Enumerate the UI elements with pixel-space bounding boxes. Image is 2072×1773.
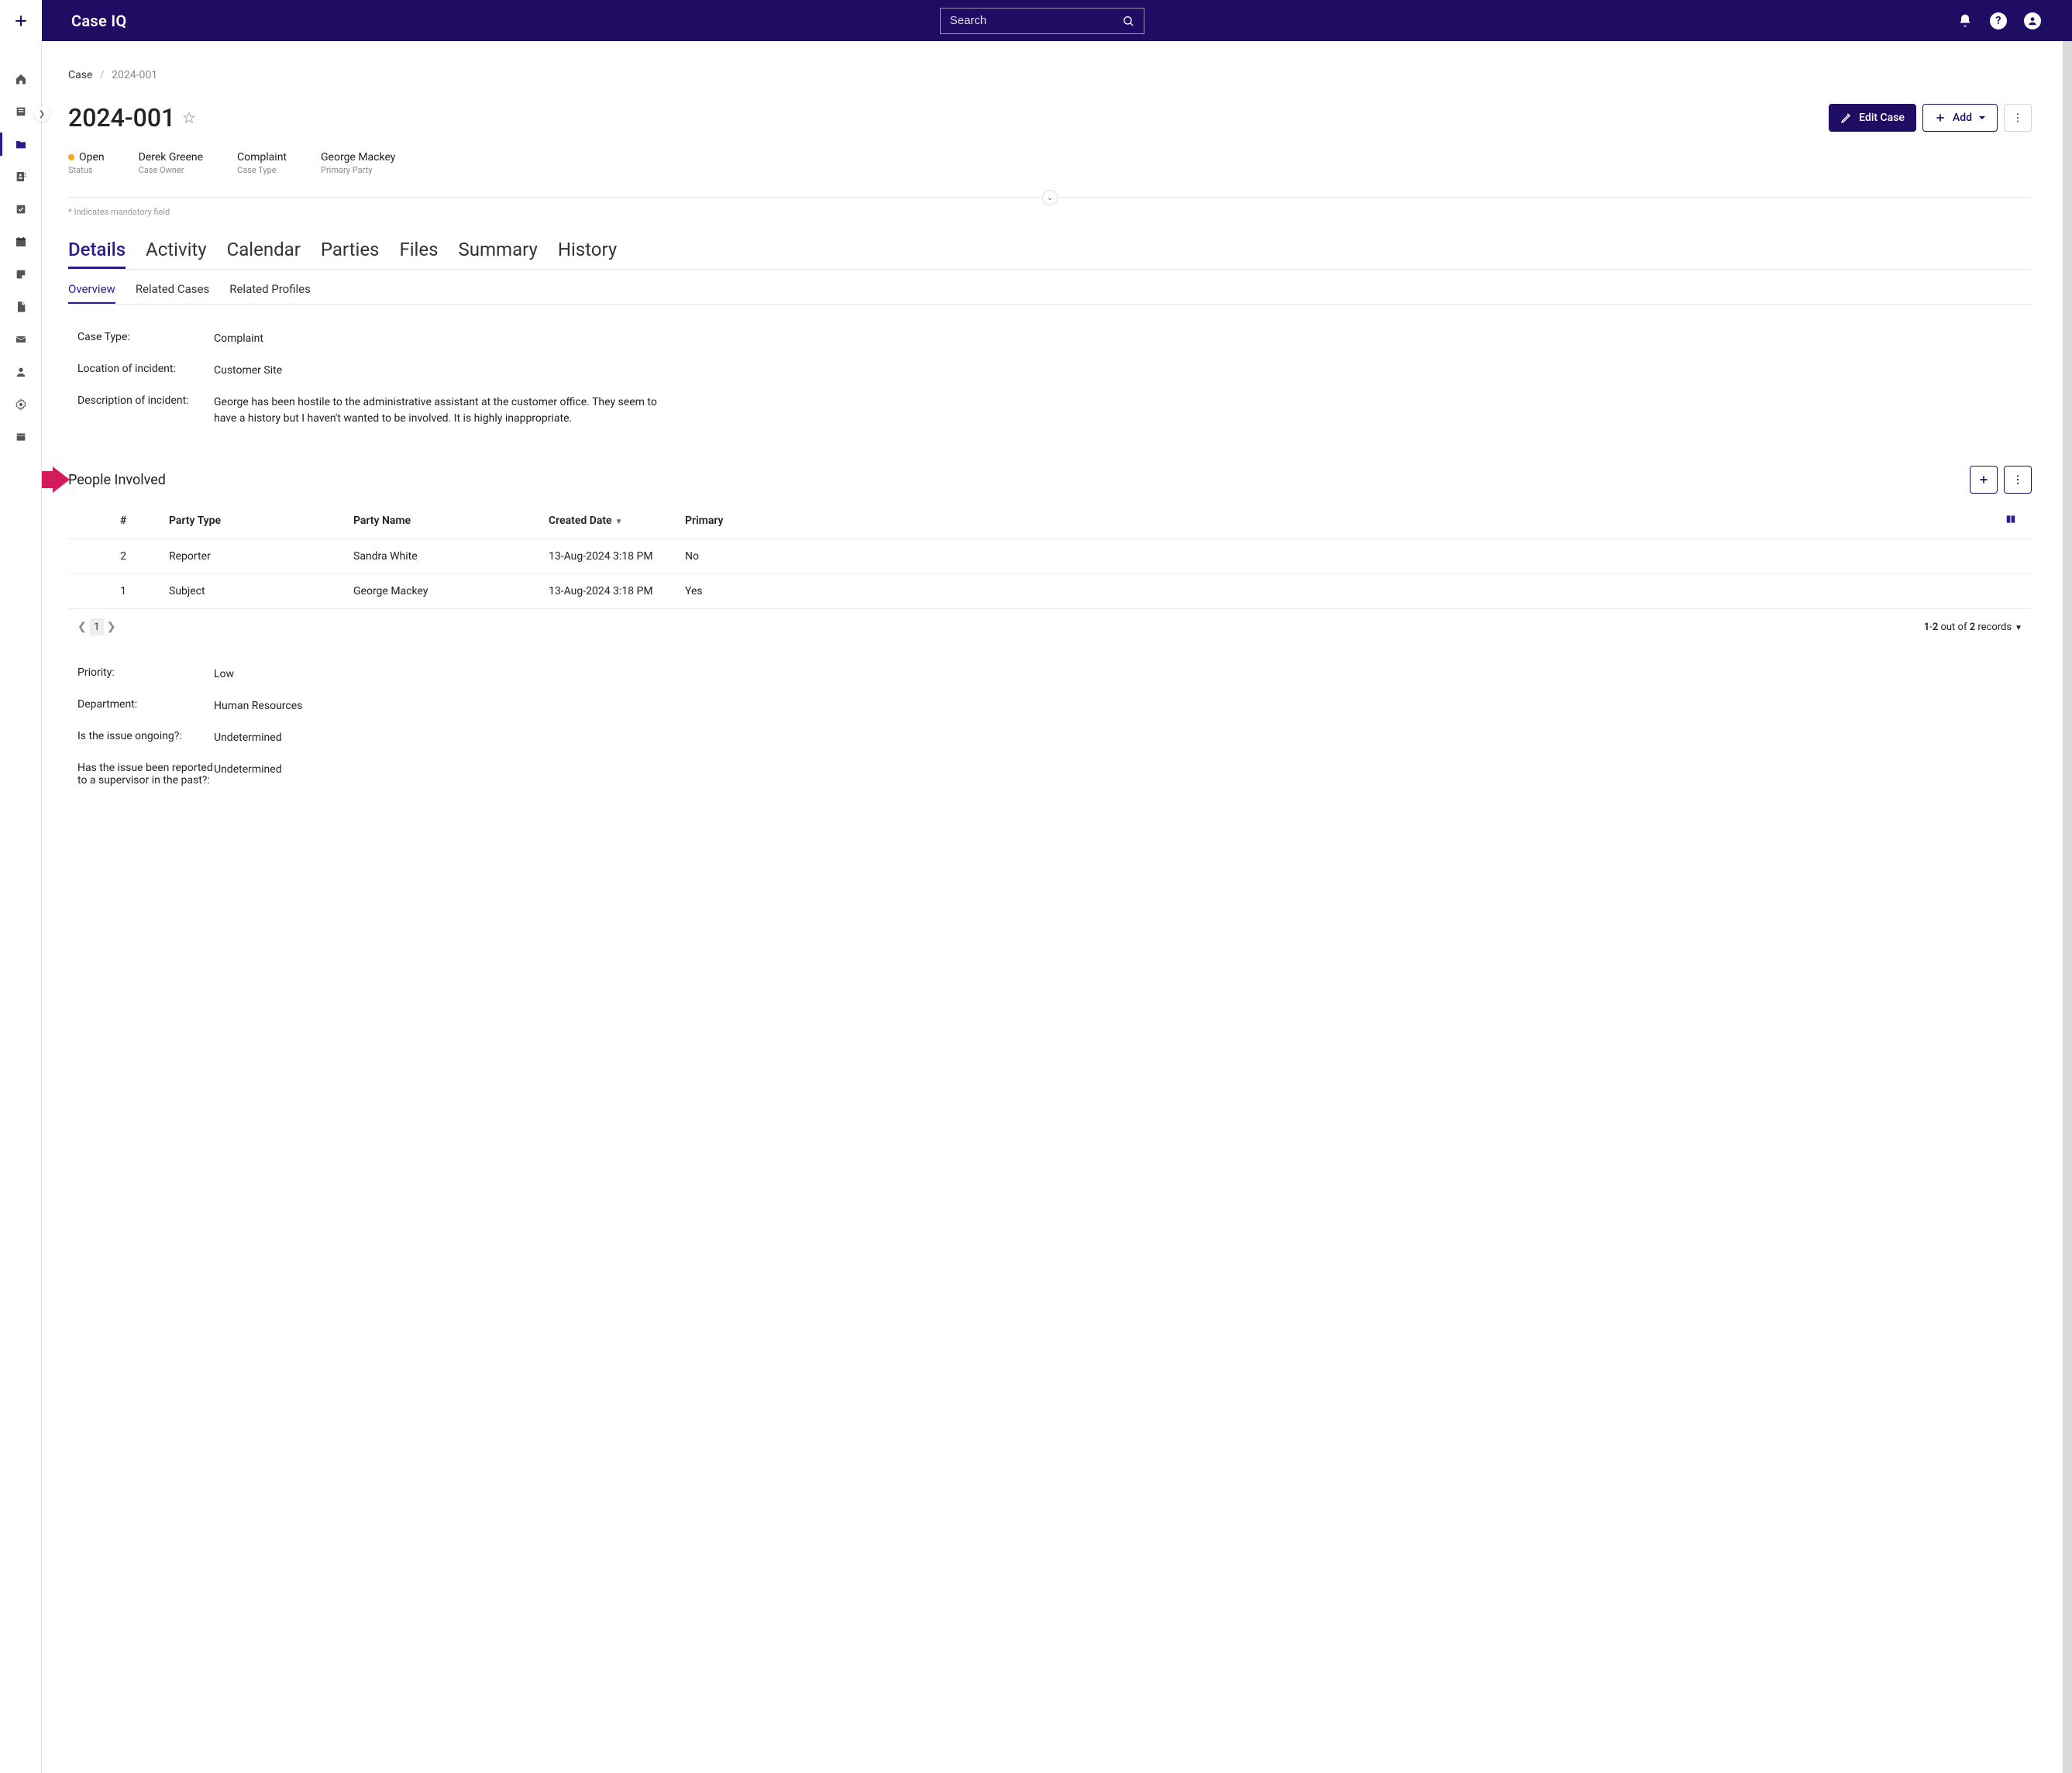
new-button[interactable] [0,0,42,41]
breadcrumb: Case / 2024-001 [68,69,2032,81]
status-dot [68,154,74,160]
col-name[interactable]: Party Name [353,515,549,527]
status-label: Status [68,165,105,175]
top-bar: Case IQ ? [0,0,2072,41]
field-description-label: Description of incident: [77,394,214,407]
nav-cases[interactable] [0,128,42,160]
help-icon[interactable]: ? [1990,12,2007,29]
subtab-related-cases[interactable]: Related Cases [136,282,209,304]
logo: Case IQ [71,12,126,30]
field-department-label: Department: [77,698,214,711]
table-row[interactable]: 1 Subject George Mackey 13-Aug-2024 3:18… [68,574,2032,609]
search-input[interactable] [950,14,1122,27]
nav-tasks[interactable] [0,193,42,225]
col-primary[interactable]: Primary [685,515,832,527]
edit-case-button[interactable]: Edit Case [1829,104,1916,132]
field-location-label: Location of incident: [77,363,214,375]
field-department-value: Human Resources [214,698,302,714]
field-priority-label: Priority: [77,666,214,679]
search-icon [1122,15,1134,27]
secondary-tabs: Overview Related Cases Related Profiles [68,282,2032,305]
field-casetype-label: Case Type: [77,331,214,343]
sort-desc-icon: ▼ [615,518,623,526]
subtab-overview[interactable]: Overview [68,282,115,304]
table-row[interactable]: 2 Reporter Sandra White 13-Aug-2024 3:18… [68,539,2032,574]
people-table: # Party Type Party Name Created Date▼ Pr… [68,503,2032,635]
star-icon[interactable] [183,112,195,124]
field-ongoing-label: Is the issue ongoing?: [77,730,214,742]
primary-tabs: Details Activity Calendar Parties Files … [68,239,2032,270]
owner-value: Derek Greene [139,151,203,164]
field-priority-value: Low [214,666,234,683]
nav-notes[interactable] [0,258,42,291]
people-more-button[interactable] [2004,466,2032,494]
subtab-related-profiles[interactable]: Related Profiles [229,282,311,304]
nav-profile[interactable] [0,356,42,388]
chevron-down-icon: ▼ [2015,624,2022,632]
left-sidebar: ❯ [0,41,42,1773]
tab-activity[interactable]: Activity [146,239,207,269]
casetype-value: Complaint [237,151,287,164]
nav-library[interactable] [0,421,42,453]
more-actions-button[interactable] [2004,104,2032,132]
pager-prev[interactable]: ❮ [77,621,87,633]
tab-calendar[interactable]: Calendar [227,239,301,269]
field-location-value: Customer Site [214,363,282,379]
pointer-arrow-icon [42,466,70,493]
pager-current[interactable]: 1 [90,618,104,635]
collapse-toggle[interactable]: ⌄ [1042,190,1058,205]
col-date[interactable]: Created Date▼ [549,515,685,527]
user-avatar[interactable] [2024,12,2041,29]
nav-contacts[interactable] [0,160,42,193]
tab-files[interactable]: Files [399,239,438,269]
status-value: Open [79,151,105,164]
field-reported-label: Has the issue been reported to a supervi… [77,762,214,787]
page-title: 2024-001 [68,103,175,133]
search-box[interactable] [940,8,1144,34]
nav-settings[interactable] [0,388,42,421]
casetype-label: Case Type [237,165,287,175]
field-reported-value: Undetermined [214,762,282,778]
tab-parties[interactable]: Parties [321,239,380,269]
field-description-value: George has been hostile to the administr… [214,394,679,427]
owner-label: Case Owner [139,165,203,175]
bell-icon[interactable] [1957,13,1973,29]
pager-summary[interactable]: 1-2 out of 2 records▼ [1924,621,2022,633]
primary-party-label: Primary Party [321,165,395,175]
tab-history[interactable]: History [558,239,617,269]
field-casetype-value: Complaint [214,331,263,347]
people-involved-title: People Involved [68,472,166,488]
sidebar-expand-toggle[interactable]: ❯ [34,106,50,122]
breadcrumb-current: 2024-001 [112,69,157,81]
content-area: Case / 2024-001 2024-001 Edit Case Add [42,41,2072,1773]
pager-next[interactable]: ❯ [107,621,116,633]
columns-icon [2005,514,2016,525]
chevron-down-icon [1978,114,1986,122]
col-type[interactable]: Party Type [169,515,353,527]
nav-files[interactable] [0,291,42,323]
primary-party-value: George Mackey [321,151,395,164]
add-person-button[interactable] [1970,466,1998,494]
tab-summary[interactable]: Summary [459,239,538,269]
col-num[interactable]: # [77,515,169,527]
tab-details[interactable]: Details [68,239,126,269]
mandatory-note: * Indicates mandatory field [68,207,2032,217]
nav-mail[interactable] [0,323,42,356]
nav-home[interactable] [0,63,42,95]
nav-calendar[interactable] [0,225,42,258]
add-button[interactable]: Add [1922,104,1998,132]
field-ongoing-value: Undetermined [214,730,282,746]
breadcrumb-parent[interactable]: Case [68,69,92,81]
column-picker[interactable] [832,514,2022,528]
